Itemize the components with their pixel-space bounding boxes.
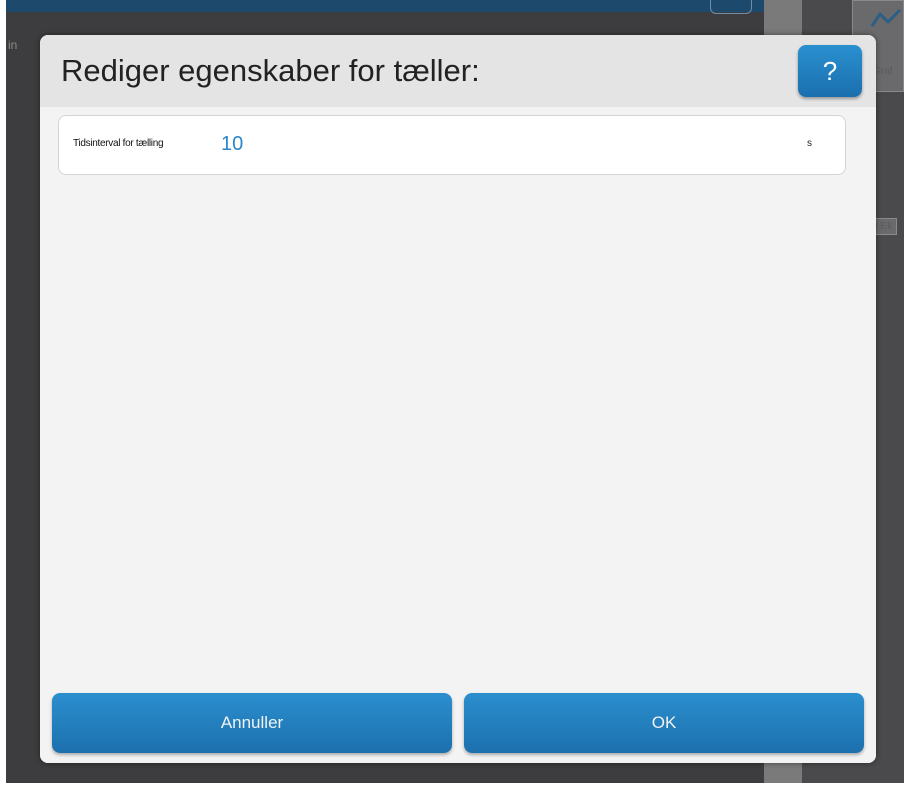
time-interval-label: Tidsinterval for tælling bbox=[73, 138, 164, 149]
screen: in Graf t Ek Rediger egenskaber for tæll… bbox=[0, 0, 904, 791]
dialog-header: Rediger egenskaber for tæller: ? bbox=[40, 35, 876, 107]
question-mark-icon: ? bbox=[822, 56, 838, 86]
line-graph-icon bbox=[870, 8, 902, 27]
dialog-footer: Annuller OK bbox=[40, 685, 876, 763]
ok-button[interactable]: OK bbox=[464, 693, 864, 753]
bottom-strip bbox=[0, 783, 904, 791]
edit-counter-dialog: Rediger egenskaber for tæller: ? Tidsint… bbox=[40, 35, 876, 763]
app-background-label: in bbox=[8, 38, 18, 52]
cancel-button[interactable]: Annuller bbox=[52, 693, 452, 753]
time-interval-field[interactable]: Tidsinterval for tælling s bbox=[58, 115, 846, 175]
dialog-title: Rediger egenskaber for tæller: bbox=[61, 53, 480, 88]
help-button[interactable]: ? bbox=[798, 45, 862, 97]
app-top-bar bbox=[6, 0, 766, 12]
time-interval-unit: s bbox=[807, 138, 812, 149]
app-top-bar-button[interactable] bbox=[710, 0, 752, 14]
time-interval-input[interactable] bbox=[221, 128, 781, 160]
